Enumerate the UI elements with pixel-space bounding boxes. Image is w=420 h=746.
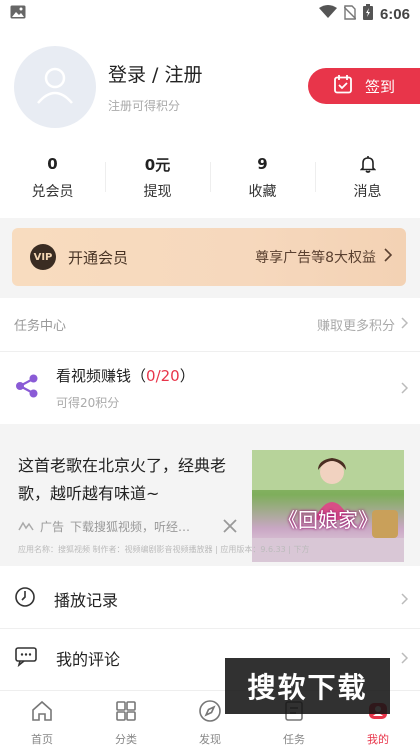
stat-value: 9 — [257, 155, 268, 173]
login-subtitle: 注册可得积分 — [108, 99, 181, 113]
stat-value: 0 — [47, 155, 58, 173]
home-icon — [30, 699, 54, 727]
menu-play-history[interactable]: 播放记录 — [0, 570, 420, 628]
stats-row: 0 兑会员 0元 提现 9 收藏 消息 — [0, 144, 420, 210]
earn-more-points-link[interactable]: 赚取更多积分 — [316, 315, 409, 334]
tab-label: 我的 — [367, 733, 389, 746]
compass-icon — [198, 699, 222, 727]
task-progress: 0/20 — [146, 367, 180, 385]
chevron-right-icon — [384, 248, 393, 266]
stat-label: 消息 — [353, 184, 382, 200]
ad-card[interactable]: 这首老歌在北京火了，经典老歌，越听越有味道~ 《回娘家》 广告 下载搜狐视频，听… — [0, 424, 420, 566]
watermark-overlay: 搜软下载 — [225, 658, 390, 714]
earn-more-label: 赚取更多积分 — [316, 319, 395, 334]
ad-source-icon — [18, 520, 34, 534]
ad-meta: 广告 下载搜狐视频，听经… — [18, 518, 190, 535]
vip-title: 开通会员 — [68, 248, 129, 267]
signin-button[interactable]: 签到 — [308, 68, 420, 104]
stat-messages[interactable]: 消息 — [315, 144, 420, 210]
task-watch-video[interactable]: 看视频赚钱（0/20） 可得20积分 — [0, 354, 420, 422]
stat-value: 0元 — [144, 155, 171, 174]
clock-icon — [14, 586, 36, 612]
avatar[interactable] — [14, 46, 96, 128]
vip-benefit: 尊享广告等8大权益 — [255, 247, 393, 267]
chevron-right-icon — [401, 379, 409, 398]
share-icon — [14, 373, 40, 403]
grid-icon — [114, 699, 138, 727]
stat-withdraw[interactable]: 0元 提现 — [105, 144, 210, 210]
stat-label: 兑会员 — [31, 184, 74, 200]
login-register-link[interactable]: 登录 / 注册 — [108, 60, 202, 87]
tab-label: 发现 — [199, 733, 221, 746]
task-reward: 可得20积分 — [56, 396, 120, 410]
stat-redeem-membership[interactable]: 0 兑会员 — [0, 144, 105, 210]
calendar-check-icon — [333, 74, 353, 98]
ad-image-title: 《回娘家》 — [278, 508, 378, 532]
stat-favorites[interactable]: 9 收藏 — [210, 144, 315, 210]
signin-label: 签到 — [364, 77, 395, 96]
vip-logo-icon: VIP — [30, 244, 56, 270]
menu-label: 播放记录 — [54, 591, 119, 610]
chevron-right-icon — [401, 649, 409, 668]
vip-banner[interactable]: VIP 开通会员 尊享广告等8大权益 — [12, 228, 406, 286]
task-center-title: 任务中心 — [14, 319, 67, 334]
ad-disclaimer: 应用名称：搜狐视频 制作者：视频编剧影音视频播放器 | 应用版本：9.6.33 … — [18, 545, 310, 554]
bell-icon — [359, 153, 376, 175]
no-sim-icon — [343, 4, 357, 24]
tab-label: 分类 — [115, 733, 137, 746]
comment-icon — [14, 645, 38, 671]
stat-label: 提现 — [143, 184, 172, 200]
task-name-row: 看视频赚钱（0/20） — [56, 367, 195, 385]
tab-home[interactable]: 首页 — [0, 691, 84, 746]
profile-section: 登录 / 注册 注册可得积分 签到 — [0, 36, 420, 146]
status-bar: 6:06 — [0, 0, 420, 28]
ad-tag: 广告 — [40, 520, 65, 534]
stat-label: 收藏 — [248, 184, 277, 200]
tab-category[interactable]: 分类 — [84, 691, 168, 746]
status-time: 6:06 — [379, 5, 410, 23]
task-name: 看视频赚钱 — [56, 367, 132, 385]
ad-meta-text: 下载搜狐视频，听经… — [70, 520, 191, 534]
user-placeholder-icon — [33, 63, 77, 111]
chevron-right-icon — [401, 590, 409, 609]
tab-label: 任务 — [283, 733, 305, 746]
gallery-notification-icon — [10, 5, 26, 23]
wifi-icon — [318, 5, 337, 23]
ad-headline: 这首老歌在北京火了，经典老歌，越听越有味道~ — [18, 456, 227, 503]
close-icon[interactable] — [222, 518, 238, 538]
tab-label: 首页 — [31, 733, 53, 746]
chevron-right-icon — [401, 316, 409, 333]
menu-label: 我的评论 — [56, 650, 121, 669]
task-center-header: 任务中心 赚取更多积分 — [0, 298, 420, 352]
battery-icon — [362, 4, 373, 24]
vip-benefit-text: 尊享广告等8大权益 — [255, 250, 376, 266]
